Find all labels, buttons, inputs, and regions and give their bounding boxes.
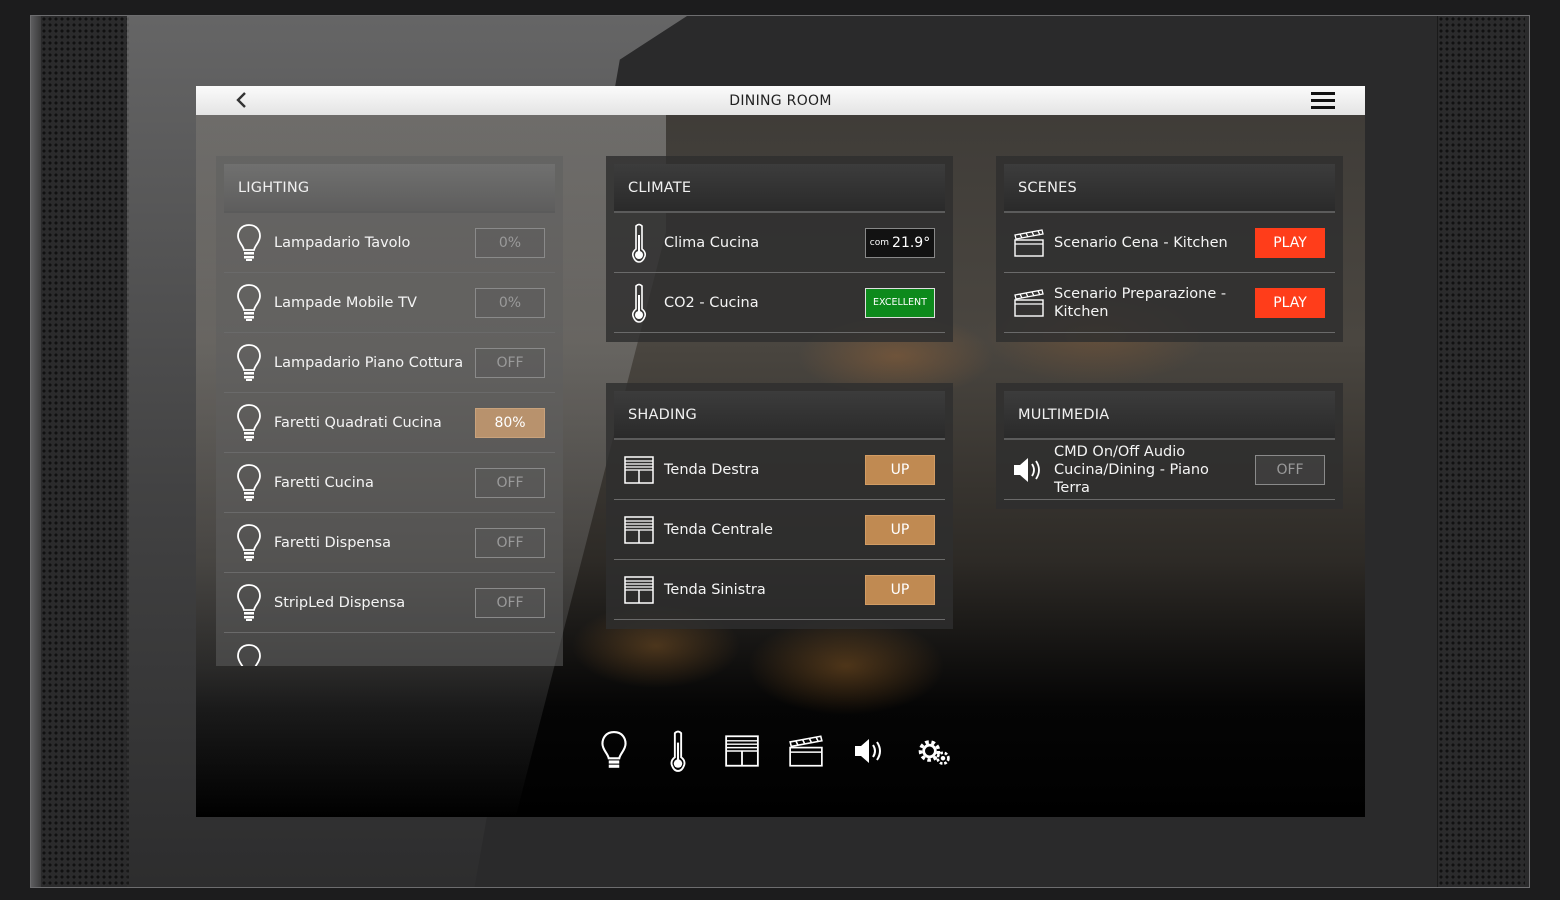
speaker-grille-right bbox=[1437, 16, 1525, 887]
lightbulb-icon[interactable] bbox=[596, 730, 632, 772]
lightbulb-icon bbox=[224, 283, 274, 323]
blind-up-button[interactable]: UP bbox=[865, 514, 935, 545]
multimedia-panel-title: MULTIMEDIA bbox=[1004, 391, 1335, 440]
blinds-icon bbox=[614, 575, 664, 604]
audio-toggle-button[interactable]: OFF bbox=[1255, 454, 1325, 485]
temperature-readout[interactable]: com 21.9° bbox=[865, 227, 935, 258]
bottom-dock bbox=[596, 726, 952, 776]
clapperboard-icon[interactable] bbox=[788, 730, 824, 772]
toggle-button[interactable]: OFF bbox=[475, 587, 545, 618]
climate-row[interactable]: CO2 - Cucina EXCELLENT bbox=[614, 273, 945, 333]
multimedia-panel: MULTIMEDIA CMD On/Off Audio Cucina/Dinin… bbox=[996, 383, 1343, 509]
lighting-row[interactable]: Lampade Mobile TV 0% bbox=[224, 273, 555, 333]
scene-play-button[interactable]: PLAY bbox=[1255, 287, 1325, 318]
climate-panel-title: CLIMATE bbox=[614, 164, 945, 213]
co2-status-badge[interactable]: EXCELLENT bbox=[865, 287, 935, 318]
clapperboard-icon bbox=[1004, 228, 1054, 257]
speaker-grille-left bbox=[41, 16, 129, 887]
multimedia-row[interactable]: CMD On/Off Audio Cucina/Dining - Piano T… bbox=[1004, 440, 1335, 500]
lightbulb-icon bbox=[224, 583, 274, 623]
lighting-panel-title: LIGHTING bbox=[224, 164, 555, 213]
thermometer-icon[interactable] bbox=[660, 730, 696, 772]
gear-icon[interactable] bbox=[916, 730, 952, 772]
scenes-panel: SCENES Scenario Cena - Kitchen PLAY Scen… bbox=[996, 156, 1343, 342]
blinds-icon bbox=[614, 455, 664, 484]
bezel-edge bbox=[31, 16, 41, 887]
blind-up-button[interactable]: UP bbox=[865, 454, 935, 485]
hamburger-menu-icon[interactable] bbox=[1311, 92, 1335, 110]
shading-row[interactable]: Tenda Centrale UP bbox=[614, 500, 945, 560]
temperature-value: 21.9° bbox=[892, 234, 931, 251]
shading-panel-title: SHADING bbox=[614, 391, 945, 440]
blinds-icon[interactable] bbox=[724, 730, 760, 772]
lighting-row[interactable]: Lampadario Tavolo 0% bbox=[224, 213, 555, 273]
dimmer-button[interactable]: 0% bbox=[475, 227, 545, 258]
shading-row[interactable]: Tenda Destra UP bbox=[614, 440, 945, 500]
scene-row[interactable]: Scenario Cena - Kitchen PLAY bbox=[1004, 213, 1335, 273]
dimmer-button[interactable]: 80% bbox=[475, 407, 545, 438]
lightbulb-icon bbox=[224, 403, 274, 443]
lighting-row[interactable]: StripLed Dispensa OFF bbox=[224, 573, 555, 633]
lighting-row[interactable]: Faretti Cucina OFF bbox=[224, 453, 555, 513]
blinds-icon bbox=[614, 515, 664, 544]
temperature-mode: com bbox=[869, 237, 890, 248]
lightbulb-icon bbox=[224, 463, 274, 503]
lightbulb-icon bbox=[224, 223, 274, 263]
thermometer-icon bbox=[614, 283, 664, 323]
clapperboard-icon bbox=[1004, 288, 1054, 317]
lightbulb-icon bbox=[224, 643, 274, 666]
climate-panel: CLIMATE Clima Cucina com 21.9° CO2 - Cuci… bbox=[606, 156, 953, 342]
touch-panel-device: DINING ROOM LIGHTING Lampadario Tavolo 0… bbox=[30, 15, 1530, 888]
lighting-row[interactable]: Lampadario Piano Cottura OFF bbox=[224, 333, 555, 393]
dimmer-button[interactable]: 0% bbox=[475, 287, 545, 318]
lightbulb-icon bbox=[224, 343, 274, 383]
lighting-panel: LIGHTING Lampadario Tavolo 0% Lampade Mo… bbox=[216, 156, 563, 666]
scene-play-button[interactable]: PLAY bbox=[1255, 227, 1325, 258]
shading-row[interactable]: Tenda Sinistra UP bbox=[614, 560, 945, 620]
lighting-row-partial[interactable] bbox=[224, 633, 555, 666]
page-title: DINING ROOM bbox=[729, 92, 832, 109]
top-bar: DINING ROOM bbox=[196, 86, 1365, 115]
back-icon[interactable] bbox=[232, 90, 252, 110]
scene-row[interactable]: Scenario Preparazione - Kitchen PLAY bbox=[1004, 273, 1335, 333]
toggle-button[interactable]: OFF bbox=[475, 527, 545, 558]
lighting-row[interactable]: Faretti Quadrati Cucina 80% bbox=[224, 393, 555, 453]
toggle-button[interactable]: OFF bbox=[475, 347, 545, 378]
lighting-row[interactable]: Faretti Dispensa OFF bbox=[224, 513, 555, 573]
blind-up-button[interactable]: UP bbox=[865, 574, 935, 605]
lightbulb-icon bbox=[224, 523, 274, 563]
climate-row[interactable]: Clima Cucina com 21.9° bbox=[614, 213, 945, 273]
speaker-icon bbox=[1004, 455, 1054, 485]
toggle-button[interactable]: OFF bbox=[475, 467, 545, 498]
speaker-icon[interactable] bbox=[852, 730, 888, 772]
thermometer-icon bbox=[614, 223, 664, 263]
screen: DINING ROOM LIGHTING Lampadario Tavolo 0… bbox=[196, 86, 1365, 817]
shading-panel: SHADING Tenda Destra UP Tenda Centrale U… bbox=[606, 383, 953, 629]
scenes-panel-title: SCENES bbox=[1004, 164, 1335, 213]
